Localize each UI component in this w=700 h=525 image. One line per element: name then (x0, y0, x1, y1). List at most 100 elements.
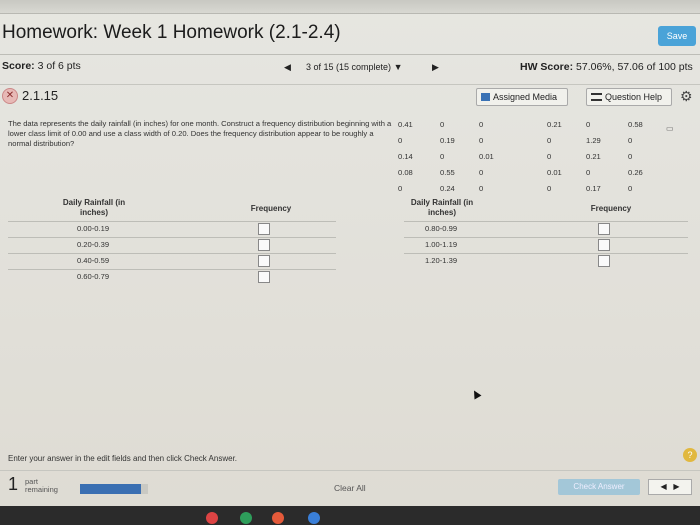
question-help-label: Question Help (605, 92, 663, 102)
data-cell: 0 (547, 184, 552, 193)
data-cell: 0.21 (547, 120, 562, 129)
data-cell: 0.19 (440, 136, 455, 145)
table-row-divider (8, 253, 336, 254)
page-title: Homework: Week 1 Homework (2.1-2.4) (2, 22, 341, 43)
table-row-divider (8, 269, 336, 270)
class-interval: 1.20-1.39 (424, 256, 458, 265)
data-cell: 0.01 (547, 168, 562, 177)
score-label: Score: (2, 60, 35, 72)
progress-fill (80, 484, 142, 494)
frequency-input[interactable] (258, 255, 270, 267)
check-answer-button[interactable]: Check Answer (558, 479, 640, 495)
question-selector[interactable]: 3 of 15 (15 complete) ▼ (306, 62, 403, 72)
data-cell: 0 (628, 184, 633, 193)
left-class-header: Daily Rainfall (in inches) (62, 198, 126, 217)
score-value: 3 of 6 pts (37, 60, 81, 72)
hw-score-value: 57.06%, 57.06 of 100 pts (576, 61, 693, 73)
data-cell: 0.08 (398, 168, 413, 177)
data-cell: 0 (440, 152, 445, 161)
hw-score-display: HW Score: 57.06%, 57.06 of 100 pts (520, 61, 693, 73)
taskbar (0, 506, 700, 525)
data-cell: 0.26 (628, 168, 643, 177)
divider (0, 470, 700, 471)
data-cell: 0.01 (479, 152, 494, 161)
parts-remaining-count: 1 (8, 474, 19, 494)
prev-arrow-icon[interactable]: ◀ (661, 482, 667, 491)
data-cell: 0 (547, 136, 552, 145)
assigned-media-button[interactable]: Assigned Media (476, 88, 568, 106)
table-row-divider (404, 253, 688, 254)
data-cell: 0.14 (398, 152, 413, 161)
class-interval: 0.60-0.79 (76, 272, 110, 281)
incorrect-icon: ✕ (2, 88, 18, 104)
right-frequency-header: Frequency (590, 204, 632, 213)
data-cell: 0 (479, 120, 484, 129)
table-row-divider (404, 237, 688, 238)
gear-icon[interactable]: ⚙ (680, 88, 693, 105)
data-cell: 1.29 (586, 136, 601, 145)
chrome-icon[interactable] (206, 512, 218, 524)
class-interval: 0.40-0.59 (76, 256, 110, 265)
class-interval: 0.20-0.39 (76, 240, 110, 249)
data-cell: 0.21 (586, 152, 601, 161)
menu-icon (591, 93, 602, 101)
data-cell: 0 (628, 136, 633, 145)
expand-icon[interactable]: ▭ (666, 124, 674, 133)
data-cell: 0 (547, 152, 552, 161)
drive-icon[interactable] (240, 512, 252, 524)
data-cell: 0 (479, 184, 484, 193)
class-interval: 0.80-0.99 (424, 224, 458, 233)
data-cell: 0.41 (398, 120, 413, 129)
table-row-divider (8, 221, 336, 222)
browser-top-bar (0, 0, 700, 14)
data-cell: 0 (479, 136, 484, 145)
data-cell: 0.55 (440, 168, 455, 177)
chevron-down-icon: ▼ (393, 62, 403, 72)
data-cell: 0 (628, 152, 633, 161)
data-cell: 0 (398, 136, 403, 145)
mouse-cursor (470, 388, 482, 400)
screen: Homework: Week 1 Homework (2.1-2.4) Save… (0, 0, 700, 525)
docs-icon[interactable] (308, 512, 320, 524)
right-class-header: Daily Rainfall (in inches) (410, 198, 474, 217)
next-question-icon[interactable]: ▶ (432, 62, 439, 73)
data-cell: 0.58 (628, 120, 643, 129)
data-cell: 0.24 (440, 184, 455, 193)
frequency-input[interactable] (598, 255, 610, 267)
assigned-media-label: Assigned Media (493, 92, 558, 102)
class-interval: 0.00-0.19 (76, 224, 110, 233)
divider (0, 84, 700, 85)
data-cell: 0 (440, 120, 445, 129)
help-icon[interactable]: ? (683, 448, 697, 462)
prev-question-icon[interactable]: ◀ (284, 62, 291, 73)
question-text: The data represents the daily rainfall (… (8, 119, 392, 148)
progress-bar (80, 484, 148, 494)
table-row-divider (8, 237, 336, 238)
left-frequency-header: Frequency (250, 204, 292, 213)
question-number: 2.1.15 (22, 88, 59, 103)
media-icon (481, 93, 490, 101)
frequency-input[interactable] (258, 223, 270, 235)
data-cell: 0 (586, 168, 591, 177)
mail-icon[interactable] (272, 512, 284, 524)
data-cell: 0 (398, 184, 403, 193)
class-interval: 1.00-1.19 (424, 240, 458, 249)
next-arrow-icon[interactable]: ▶ (673, 482, 679, 491)
save-button[interactable]: Save (658, 26, 696, 46)
parts-remaining-label: part remaining (25, 478, 58, 494)
frequency-input[interactable] (258, 239, 270, 251)
frequency-input[interactable] (598, 239, 610, 251)
data-cell: 0.17 (586, 184, 601, 193)
instruction-text: Enter your answer in the edit fields and… (8, 454, 238, 463)
divider (0, 54, 700, 55)
data-cell: 0 (479, 168, 484, 177)
frequency-input[interactable] (598, 223, 610, 235)
hw-score-label: HW Score: (520, 61, 574, 73)
question-help-button[interactable]: Question Help (586, 88, 672, 106)
data-cell: 0 (586, 120, 591, 129)
score-display: Score: 3 of 6 pts (2, 60, 81, 72)
clear-all-button[interactable]: Clear All (334, 483, 366, 493)
table-row-divider (404, 221, 688, 222)
question-nav-arrows[interactable]: ◀ ▶ (648, 479, 692, 495)
frequency-input[interactable] (258, 271, 270, 283)
